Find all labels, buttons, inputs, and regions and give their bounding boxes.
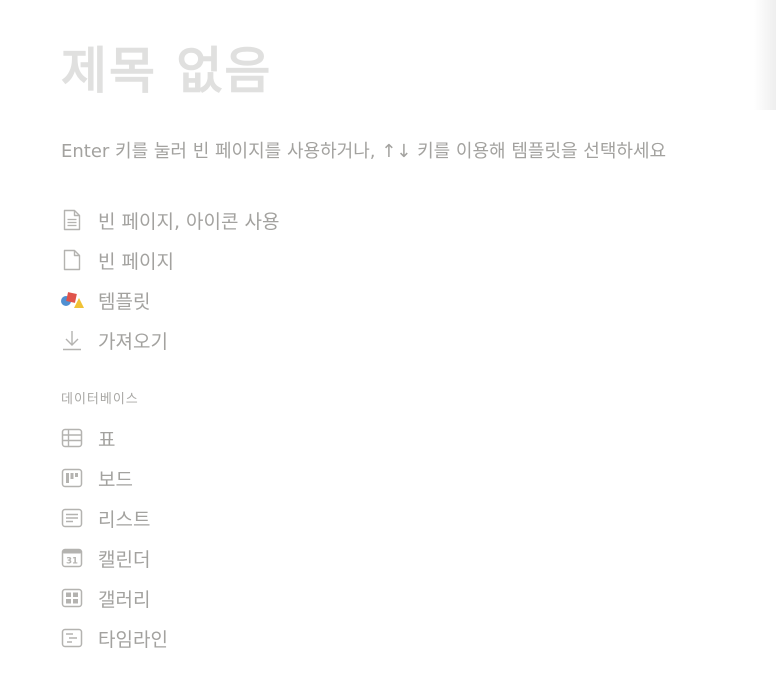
page-hint: Enter 키를 눌러 빈 페이지를 사용하거나, ↑↓ 키를 이용해 템플릿을… (61, 141, 667, 162)
table-icon (60, 426, 84, 450)
template-shapes-icon (60, 288, 84, 312)
database-section-header: 데이터베이스 (61, 392, 139, 407)
option-label: 템플릿 (98, 290, 151, 313)
timeline-icon (60, 626, 84, 650)
option-label: 보드 (98, 468, 133, 491)
gallery-icon (60, 586, 84, 610)
table-database-option[interactable]: 표 (60, 418, 560, 458)
new-page-view: 제목 없음 Enter 키를 눌러 빈 페이지를 사용하거나, ↑↓ 키를 이용… (0, 0, 776, 691)
gallery-database-option[interactable]: 갤러리 (60, 578, 560, 618)
calendar-icon-day: 31 (66, 557, 78, 567)
empty-page-with-icon-option[interactable]: 빈 페이지, 아이콘 사용 (60, 200, 560, 240)
database-options: 표 보드 리스트 31 캘린더 갤러리 타임라인 (60, 418, 560, 658)
option-label: 타임라인 (98, 628, 168, 651)
option-label: 빈 페이지, 아이콘 사용 (98, 210, 280, 233)
timeline-database-option[interactable]: 타임라인 (60, 618, 560, 658)
page-title[interactable]: 제목 없음 (61, 34, 272, 108)
option-label: 가져오기 (98, 330, 168, 353)
calendar-database-option[interactable]: 31 캘린더 (60, 538, 560, 578)
document-icon (60, 248, 84, 272)
import-option[interactable]: 가져오기 (60, 320, 560, 360)
option-label: 표 (98, 428, 116, 451)
scroll-shadow (754, 0, 776, 110)
document-text-icon (60, 208, 84, 232)
option-label: 캘린더 (98, 548, 151, 571)
option-label: 갤러리 (98, 588, 151, 611)
board-icon (60, 466, 84, 490)
download-arrow-icon (60, 328, 84, 352)
list-icon (60, 506, 84, 530)
option-label: 리스트 (98, 508, 151, 531)
page-start-options: 빈 페이지, 아이콘 사용 빈 페이지 템플릿 가져오기 (60, 200, 560, 360)
list-database-option[interactable]: 리스트 (60, 498, 560, 538)
board-database-option[interactable]: 보드 (60, 458, 560, 498)
calendar-icon: 31 (60, 546, 84, 570)
empty-page-option[interactable]: 빈 페이지 (60, 240, 560, 280)
option-label: 빈 페이지 (98, 250, 174, 273)
templates-option[interactable]: 템플릿 (60, 280, 560, 320)
